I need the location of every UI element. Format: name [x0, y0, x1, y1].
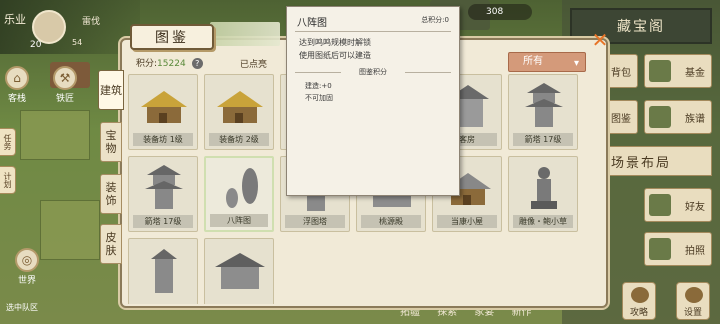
settings-label: 设置	[683, 308, 702, 318]
dialog-title: 图鉴	[130, 24, 214, 50]
photo-label: 拍照	[685, 245, 705, 257]
building-icon	[141, 91, 187, 123]
codex-card[interactable]: 装备坊 2级	[204, 74, 274, 150]
tooltip-section-title: 图鉴积分	[295, 67, 451, 77]
codex-card[interactable]: 装备坊 1级	[128, 74, 198, 150]
team-select-label[interactable]: 选中队区	[6, 302, 38, 313]
tooltip-build-score: 建造:+0	[305, 82, 332, 90]
tooltip-build-hint: 使用图纸后可以建造	[299, 51, 371, 60]
inn-shortcut[interactable]: ⌂ 客栈	[4, 66, 30, 104]
avatar[interactable]	[32, 10, 66, 44]
left-hud: 乐业 20 雷伐 54 ⌂ 客栈 ⚒ 铁匠 任务 计划 ◎ 世界 选中队区	[0, 0, 140, 324]
player-bar	[0, 0, 140, 54]
help-icon[interactable]: ?	[191, 58, 203, 69]
player-name: 雷伐	[82, 17, 101, 27]
nav-explore[interactable]: 探索	[437, 307, 457, 318]
player-level: 20	[30, 40, 42, 50]
fund-icon	[649, 60, 671, 82]
codex-card[interactable]: 雕像・鲍小草	[508, 156, 578, 232]
card-label: 箭塔 17级	[513, 133, 573, 146]
coin-counter: 308	[468, 4, 532, 20]
friends-icon	[649, 194, 671, 216]
fund-label: 基金	[685, 67, 705, 79]
nav-new[interactable]: 新作	[512, 307, 532, 318]
guide-button[interactable]: 攻略	[622, 282, 656, 320]
tab-skins[interactable]: 皮肤	[100, 224, 122, 264]
photo-button[interactable]: 拍照	[644, 232, 712, 266]
chevron-down-icon: ▾	[573, 58, 579, 69]
smithy-label: 铁匠	[55, 94, 74, 104]
building-icon	[217, 91, 263, 123]
card-label: 浮图塔	[285, 215, 345, 228]
camera-icon	[649, 238, 671, 260]
tab-buildings[interactable]: 建筑	[98, 70, 124, 110]
codex-card[interactable]: 箭塔 17级	[508, 74, 578, 150]
hammer-icon: ⚒	[53, 66, 77, 90]
nav-expand[interactable]: 拓疆	[400, 307, 420, 318]
tower-icon	[525, 83, 563, 127]
tab-decorations[interactable]: 装饰	[100, 174, 122, 214]
item-tooltip: 八阵图 总积分:0 达到鸣鸣规模时解锁 使用图纸后可以建造 图鉴积分 建造:+0…	[286, 6, 460, 196]
card-label: 装备坊 1级	[133, 133, 193, 146]
codex-card[interactable]	[204, 238, 274, 304]
codex-label: 图鉴	[611, 113, 631, 125]
codex-card[interactable]	[128, 238, 198, 304]
guide-label: 攻略	[629, 308, 648, 318]
divider	[295, 31, 451, 32]
smithy-shortcut[interactable]: ⚒ 铁匠	[52, 66, 78, 104]
card-label: 桃源殿	[361, 215, 421, 228]
settings-button[interactable]: 设置	[676, 282, 710, 320]
codex-card[interactable]: 八阵图	[204, 156, 274, 232]
filter-value: 所有	[523, 56, 543, 67]
fund-button[interactable]: 基金	[644, 54, 712, 88]
card-label: 当康小屋	[437, 215, 497, 228]
card-label: 箭塔 17级	[133, 215, 193, 228]
tab-treasures[interactable]: 宝物	[100, 122, 122, 162]
rock-formation-icon	[226, 168, 258, 208]
player-stat: 54	[72, 38, 83, 47]
genealogy-label: 族谱	[685, 113, 705, 125]
tooltip-title: 八阵图	[297, 18, 327, 29]
score-label: 积分:	[136, 59, 158, 69]
scroll-decoration	[210, 22, 280, 46]
genealogy-button[interactable]: 族谱	[644, 100, 712, 134]
gear-icon	[685, 287, 703, 303]
codex-card[interactable]: 箭塔 17级	[128, 156, 198, 232]
tooltip-unlock-condition: 达到鸣鸣规模时解锁	[299, 38, 371, 47]
inn-label: 客栈	[7, 94, 26, 104]
tower-icon	[145, 165, 183, 209]
tower-icon	[151, 249, 177, 293]
card-label: 八阵图	[210, 214, 268, 227]
statue-icon	[531, 167, 557, 209]
inn-icon: ⌂	[5, 66, 29, 90]
close-icon[interactable]: ✕	[590, 30, 610, 50]
friends-button[interactable]: 好友	[644, 188, 712, 222]
tab-tasks[interactable]: 任务	[0, 128, 16, 156]
card-label: 雕像・鲍小草	[513, 215, 573, 228]
nav-banquet[interactable]: 家宴	[474, 307, 494, 318]
globe-icon: ◎	[15, 248, 39, 272]
bag-label: 背包	[611, 67, 631, 79]
card-label: 装备坊 2级	[209, 133, 269, 146]
book-icon	[649, 106, 671, 128]
tooltip-reinforce-status: 不可加固	[305, 94, 333, 102]
hall-icon	[215, 253, 265, 289]
tab-plans[interactable]: 计划	[0, 166, 16, 194]
tooltip-total-score: 总积分:0	[421, 16, 449, 24]
world-button[interactable]: ◎ 世界	[12, 248, 42, 286]
filter-dropdown[interactable]: 所有 ▾	[508, 52, 586, 72]
friends-label: 好友	[685, 201, 705, 213]
region-title[interactable]: 乐业	[4, 14, 26, 26]
world-label: 世界	[17, 276, 36, 286]
score-value: 15224	[157, 59, 186, 69]
built-label: 已点亮	[240, 60, 268, 70]
guide-icon	[631, 287, 649, 303]
